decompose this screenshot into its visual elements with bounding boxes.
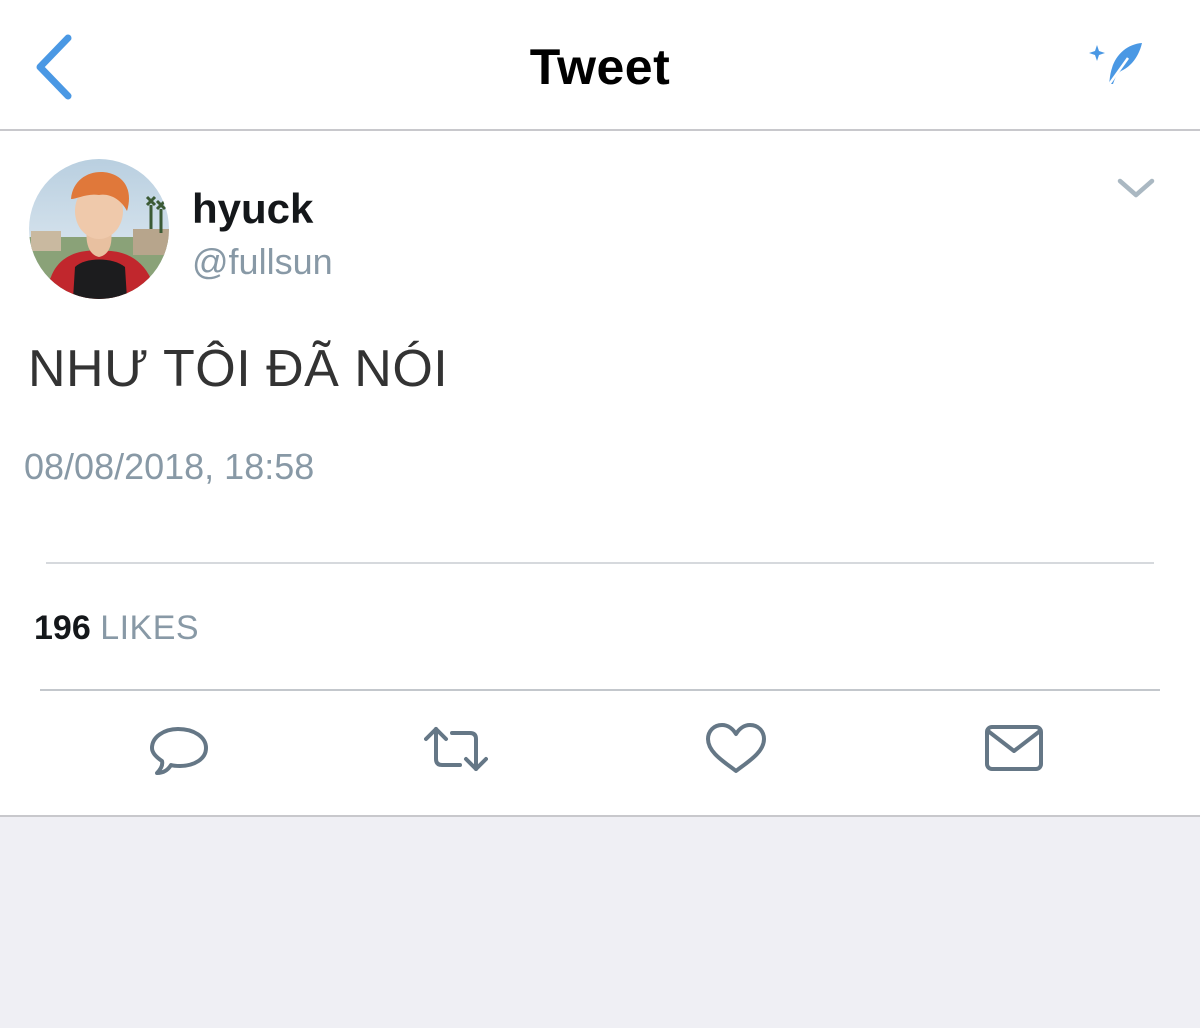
compose-quill-icon bbox=[1089, 43, 1142, 87]
like-button[interactable] bbox=[704, 721, 768, 777]
reply-bubble-icon bbox=[150, 727, 208, 775]
tweet-menu-button[interactable] bbox=[1112, 171, 1160, 205]
tweet-card: hyuck @fullsun NHƯ TÔI ĐÃ NÓI 08/08/2018… bbox=[0, 131, 1200, 817]
heart-icon bbox=[706, 723, 766, 773]
envelope-icon bbox=[985, 725, 1043, 771]
display-name[interactable]: hyuck bbox=[192, 185, 313, 233]
direct-message-button[interactable] bbox=[982, 721, 1046, 777]
likes-count: 196 bbox=[34, 609, 91, 647]
likes-count-link[interactable]: 196 LIKES bbox=[34, 609, 199, 648]
user-handle[interactable]: @fullsun bbox=[192, 241, 333, 283]
avatar-photo bbox=[29, 159, 169, 299]
chevron-down-icon bbox=[1117, 178, 1155, 198]
tweet-text: NHƯ TÔI ĐÃ NÓI bbox=[28, 340, 449, 398]
compose-tweet-button[interactable] bbox=[1088, 38, 1150, 92]
retweet-icon bbox=[424, 727, 488, 771]
tweet-timestamp: 08/08/2018, 18:58 bbox=[24, 446, 315, 487]
navigation-bar: Tweet bbox=[0, 0, 1200, 131]
reply-button[interactable] bbox=[148, 721, 212, 777]
divider bbox=[40, 689, 1160, 691]
retweet-button[interactable] bbox=[424, 721, 488, 777]
divider bbox=[46, 562, 1154, 564]
tweet-detail-screen: Tweet hyuck @fullsun NHƯ TÔI ĐÃ NÓI 08/0… bbox=[0, 0, 1200, 1028]
likes-label: LIKES bbox=[100, 609, 200, 647]
avatar[interactable] bbox=[29, 159, 169, 299]
page-title: Tweet bbox=[529, 39, 671, 95]
empty-replies-area bbox=[0, 817, 1200, 1028]
